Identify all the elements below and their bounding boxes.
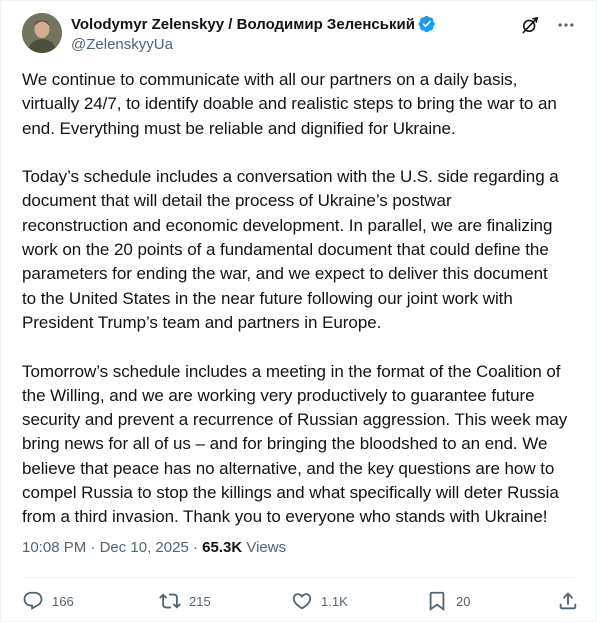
- author-handle[interactable]: @ZelenskyyUa: [71, 36, 173, 53]
- action-bar: 166 215 1.1K 20: [22, 590, 579, 612]
- tweet-date[interactable]: Dec 10, 2025: [100, 539, 189, 556]
- reply-count: 166: [52, 593, 74, 609]
- repost-count: 215: [189, 593, 211, 609]
- repost-icon: [159, 593, 181, 609]
- tweet-text: We continue to communicate with all our …: [22, 68, 588, 554]
- like-icon: [292, 593, 312, 610]
- verified-badge-icon: [418, 15, 436, 33]
- like-button[interactable]: 1.1K: [291, 590, 348, 612]
- bookmark-button[interactable]: 20: [426, 590, 470, 612]
- top-actions: [520, 15, 576, 35]
- views-count[interactable]: 65.3K: [202, 539, 242, 556]
- avatar-image: [22, 13, 62, 53]
- grok-icon[interactable]: [520, 15, 540, 35]
- tweet-time[interactable]: 10:08 PM: [22, 539, 86, 556]
- like-count: 1.1K: [321, 593, 348, 609]
- avatar[interactable]: [22, 13, 62, 53]
- share-icon: [559, 592, 577, 610]
- tweet-paragraph-3: Tomorrow’s schedule includes a meeting i…: [22, 361, 568, 527]
- tweet-paragraph-1: We continue to communicate with all our …: [22, 70, 557, 138]
- tweet-meta: 10:08 PM · Dec 10, 2025 · 65.3K Views: [22, 539, 286, 556]
- meta-separator: ·: [86, 539, 100, 556]
- bookmark-count: 20: [456, 593, 471, 609]
- repost-button[interactable]: 215: [159, 590, 211, 612]
- tweet-card: Volodymyr Zelenskyy / Володимир Зеленськ…: [0, 0, 597, 622]
- tweet-paragraph-2: Today’s schedule includes a conversation…: [22, 167, 559, 332]
- reply-button[interactable]: 166: [22, 590, 74, 612]
- meta-separator-2: ·: [188, 539, 203, 556]
- views-label: Views: [246, 539, 287, 556]
- author-display-name[interactable]: Volodymyr Zelenskyy / Володимир Зеленськ…: [71, 16, 415, 33]
- reply-icon: [23, 591, 43, 610]
- more-icon[interactable]: [556, 15, 576, 35]
- author-name-row: Volodymyr Zelenskyy / Володимир Зеленськ…: [71, 14, 436, 34]
- share-button[interactable]: [557, 590, 579, 612]
- bookmark-icon: [429, 591, 445, 612]
- divider: [22, 577, 575, 578]
